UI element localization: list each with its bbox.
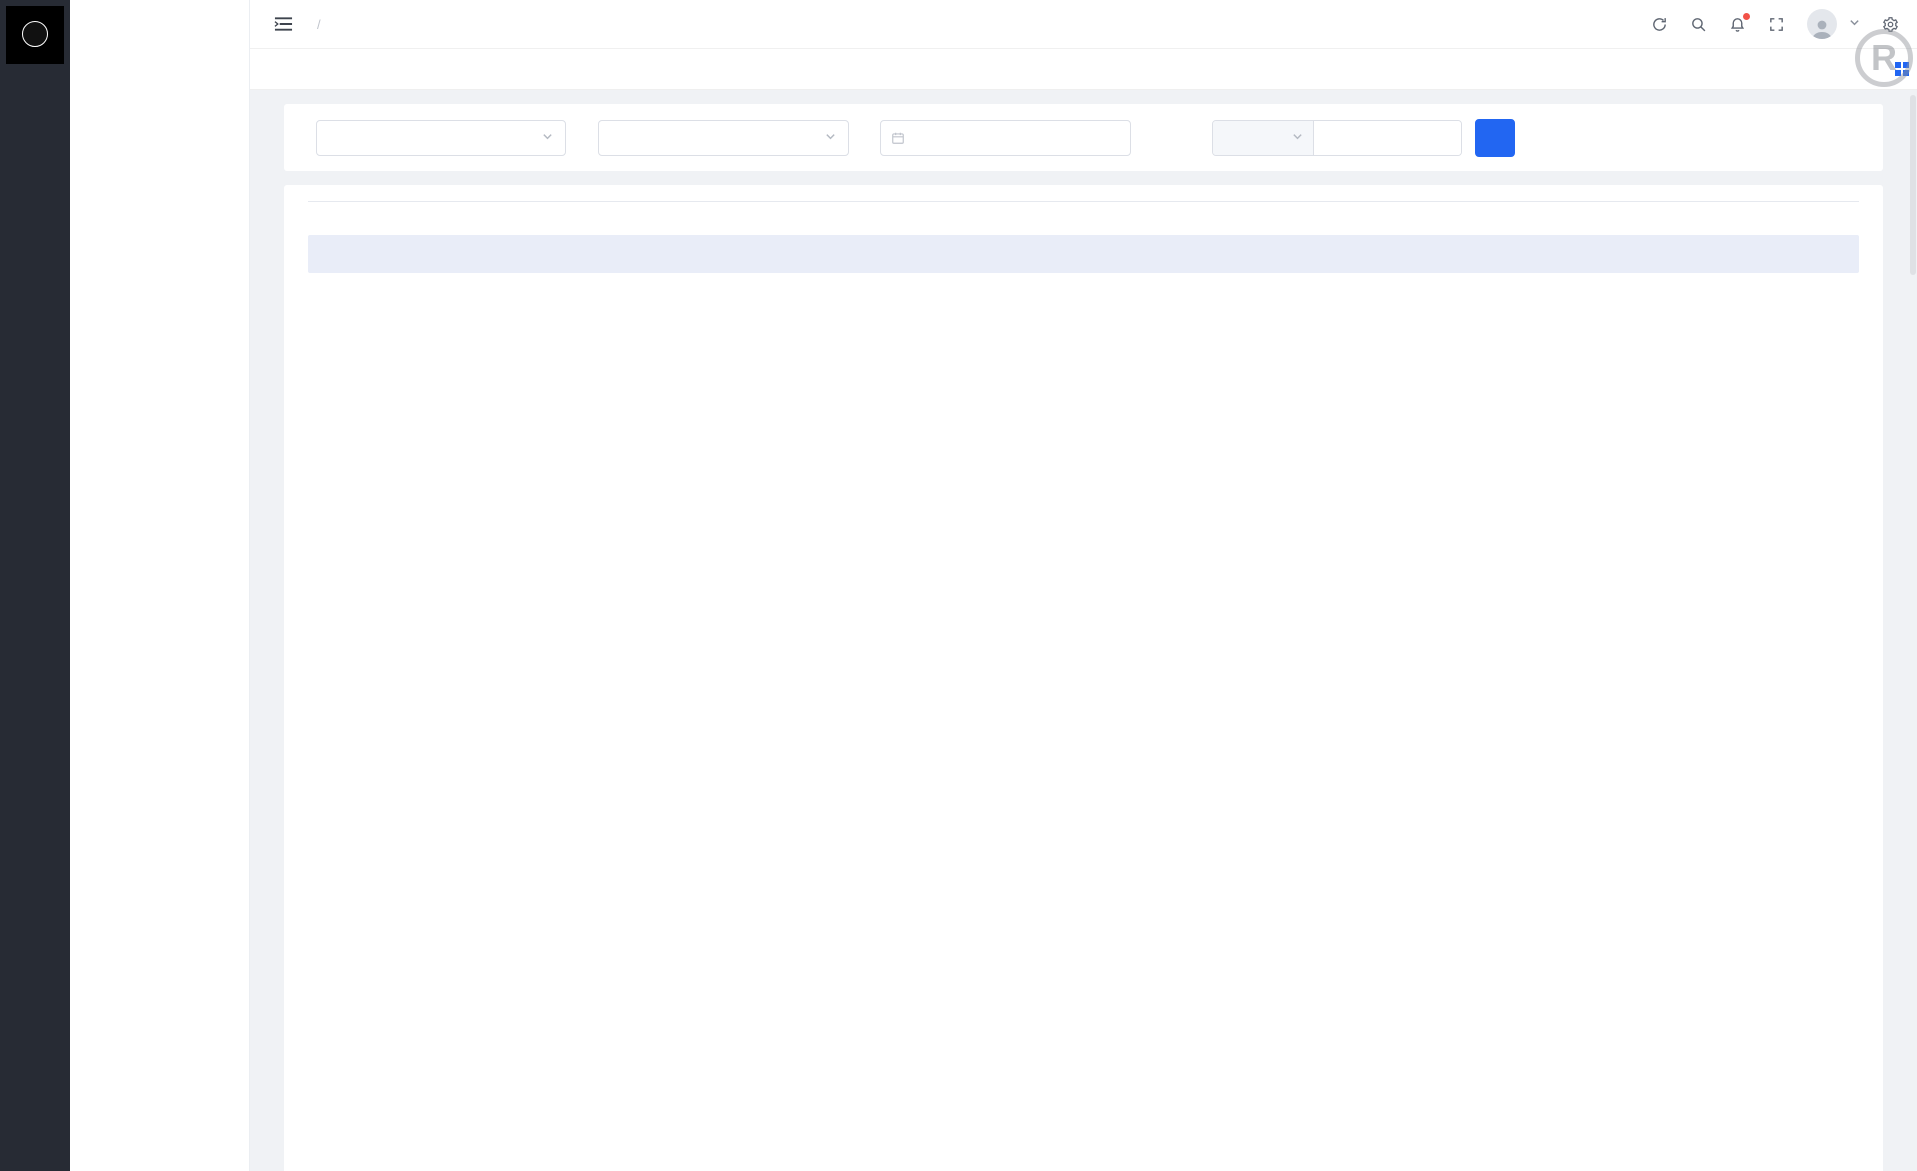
search-icon[interactable] bbox=[1690, 16, 1707, 33]
brand-logo[interactable] bbox=[6, 6, 64, 64]
user-menu[interactable] bbox=[1807, 9, 1860, 39]
icon-rail bbox=[0, 0, 70, 1171]
gear-icon[interactable] bbox=[1882, 16, 1899, 33]
orders-table bbox=[308, 235, 1859, 273]
table-header-row bbox=[308, 235, 1859, 273]
sub-sidebar bbox=[70, 0, 250, 1171]
app-root: / bbox=[0, 0, 1917, 1171]
notification-dot bbox=[1743, 13, 1750, 20]
store-name bbox=[70, 0, 249, 54]
chevron-down-icon bbox=[542, 130, 553, 145]
top-header: / bbox=[250, 0, 1917, 49]
notification-bell-icon[interactable] bbox=[1729, 16, 1746, 33]
query-button[interactable] bbox=[1475, 119, 1515, 157]
fullscreen-icon[interactable] bbox=[1768, 16, 1785, 33]
content-area bbox=[250, 90, 1917, 1171]
date-range-picker[interactable] bbox=[880, 120, 1131, 156]
filter-panel bbox=[284, 104, 1883, 171]
vertical-scrollbar[interactable] bbox=[1910, 95, 1916, 275]
header-actions bbox=[1651, 9, 1899, 39]
search-combo bbox=[1212, 120, 1462, 156]
pay-method-select[interactable] bbox=[598, 120, 849, 156]
search-scope-select[interactable] bbox=[1213, 121, 1314, 155]
orders-panel bbox=[284, 185, 1883, 1171]
order-status-select[interactable] bbox=[316, 120, 566, 156]
chevron-down-icon bbox=[1292, 130, 1303, 145]
chevron-down-icon bbox=[1849, 15, 1860, 33]
brand-logo-icon bbox=[22, 21, 48, 47]
avatar bbox=[1807, 9, 1837, 39]
search-input[interactable] bbox=[1314, 121, 1461, 155]
main-area: / bbox=[250, 0, 1917, 1171]
refresh-icon[interactable] bbox=[1651, 16, 1668, 33]
collapse-sidebar-icon[interactable] bbox=[274, 16, 293, 32]
chevron-down-icon bbox=[825, 130, 836, 145]
page-tabbar bbox=[250, 49, 1917, 90]
apps-grid-icon[interactable] bbox=[1895, 62, 1910, 77]
breadcrumb-separator: / bbox=[317, 17, 321, 32]
calendar-icon bbox=[891, 131, 905, 145]
